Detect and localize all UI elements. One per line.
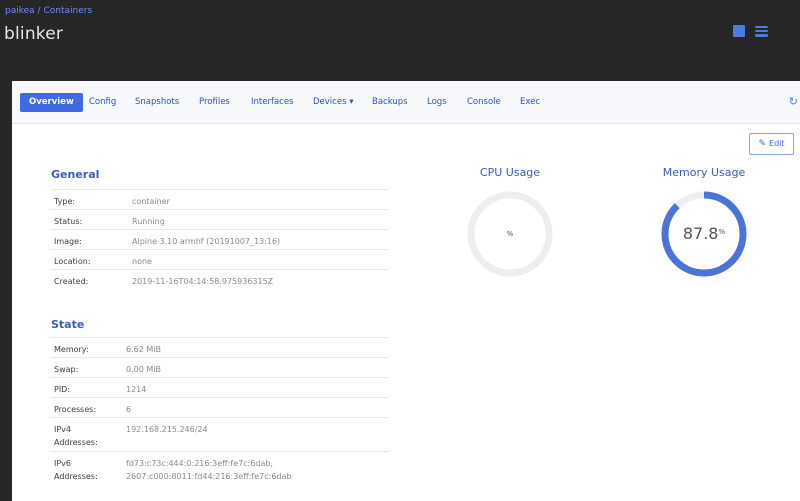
top-icons bbox=[733, 25, 768, 37]
state-row: Swap: 0.00 MiB bbox=[50, 357, 389, 377]
breadcrumb-current-link[interactable]: Containers bbox=[43, 6, 92, 16]
state-row: IPv6 Addresses: fd73:c73c:444:0:216:3eff:… bbox=[50, 451, 389, 485]
memory-usage-title: Memory Usage bbox=[662, 166, 746, 179]
general-key: Type: bbox=[54, 197, 76, 206]
square-icon[interactable] bbox=[733, 25, 745, 37]
tab-exec[interactable]: Exec bbox=[511, 93, 549, 112]
general-row: Image: Alpine 3.10 armhf (20191007_13:16) bbox=[50, 229, 389, 249]
edit-button[interactable]: ✎ Edit bbox=[749, 133, 794, 155]
tab-bar: Overview Config Snapshots Profiles Inter… bbox=[12, 81, 800, 124]
state-row: Processes: 6 bbox=[50, 397, 389, 417]
state-key: Swap: bbox=[54, 365, 79, 374]
general-value: 2019-11-16T04:14:58.975936315Z bbox=[132, 277, 274, 286]
tab-snapshots[interactable]: Snapshots bbox=[126, 93, 188, 112]
edit-label: Edit bbox=[769, 139, 785, 148]
breadcrumb: paikea / Containers bbox=[5, 6, 92, 16]
general-title: General bbox=[51, 168, 100, 181]
state-value: 6 bbox=[126, 405, 132, 414]
tab-config[interactable]: Config bbox=[80, 93, 125, 112]
state-value: 1214 bbox=[126, 385, 147, 394]
state-value: 0.00 MiB bbox=[126, 365, 161, 374]
state-key: IPv4 Addresses: bbox=[54, 425, 98, 447]
memory-usage-gauge: 87.8% bbox=[661, 191, 747, 277]
page-title: blinker bbox=[4, 24, 64, 44]
cpu-usage-gauge: % bbox=[467, 191, 553, 277]
general-table: Type: container Status: Running Image: Alpine… bbox=[50, 189, 389, 289]
breadcrumb-separator: / bbox=[37, 6, 41, 16]
breadcrumb-parent-link[interactable]: paikea bbox=[5, 6, 35, 16]
cpu-gauge-value: % bbox=[507, 230, 514, 238]
hamburger-icon[interactable] bbox=[755, 25, 768, 37]
container-card: Overview Config Snapshots Profiles Inter… bbox=[12, 81, 800, 501]
general-value: none bbox=[132, 257, 152, 266]
state-key: IPv6 Addresses: bbox=[54, 459, 98, 481]
general-key: Status: bbox=[54, 217, 83, 226]
state-row: IPv4 Addresses: 192.168.215.246/24 bbox=[50, 417, 389, 451]
tab-devices[interactable]: Devices ▾ bbox=[304, 93, 362, 112]
state-key: Processes: bbox=[54, 405, 97, 414]
general-value: Alpine 3.10 armhf (20191007_13:16) bbox=[132, 237, 281, 246]
tab-backups[interactable]: Backups bbox=[363, 93, 417, 112]
state-key: PID: bbox=[54, 385, 71, 394]
general-key: Created: bbox=[54, 277, 89, 286]
state-title: State bbox=[51, 318, 85, 331]
state-row: Memory: 6.62 MiB bbox=[50, 337, 389, 357]
refresh-icon[interactable]: ↻ bbox=[789, 95, 798, 108]
general-row: Status: Running bbox=[50, 209, 389, 229]
memory-gauge-value: 87.8% bbox=[683, 224, 726, 243]
tab-console[interactable]: Console bbox=[458, 93, 510, 112]
state-value: 192.168.215.246/24 bbox=[126, 425, 208, 434]
state-key: Memory: bbox=[54, 345, 89, 354]
general-row: Type: container bbox=[50, 189, 389, 209]
general-value: Running bbox=[132, 217, 165, 226]
general-key: Image: bbox=[54, 237, 82, 246]
state-value: fd73:c73c:444:0:216:3eff:fe7c:6dab, 2607… bbox=[126, 459, 292, 481]
general-row: Created: 2019-11-16T04:14:58.975936315Z bbox=[50, 269, 389, 289]
edit-icon: ✎ bbox=[758, 139, 767, 149]
state-value: 6.62 MiB bbox=[126, 345, 161, 354]
state-row: PID: 1214 bbox=[50, 377, 389, 397]
state-table: Memory: 6.62 MiB Swap: 0.00 MiB PID: 1214 Proc… bbox=[50, 337, 389, 485]
general-key: Location: bbox=[54, 257, 91, 266]
cpu-usage-title: CPU Usage bbox=[479, 166, 541, 179]
tab-logs[interactable]: Logs bbox=[418, 93, 456, 112]
tab-overview[interactable]: Overview bbox=[20, 93, 83, 112]
tab-profiles[interactable]: Profiles bbox=[190, 93, 239, 112]
general-value: container bbox=[132, 197, 170, 206]
general-row: Location: none bbox=[50, 249, 389, 269]
tab-interfaces[interactable]: Interfaces bbox=[242, 93, 302, 112]
